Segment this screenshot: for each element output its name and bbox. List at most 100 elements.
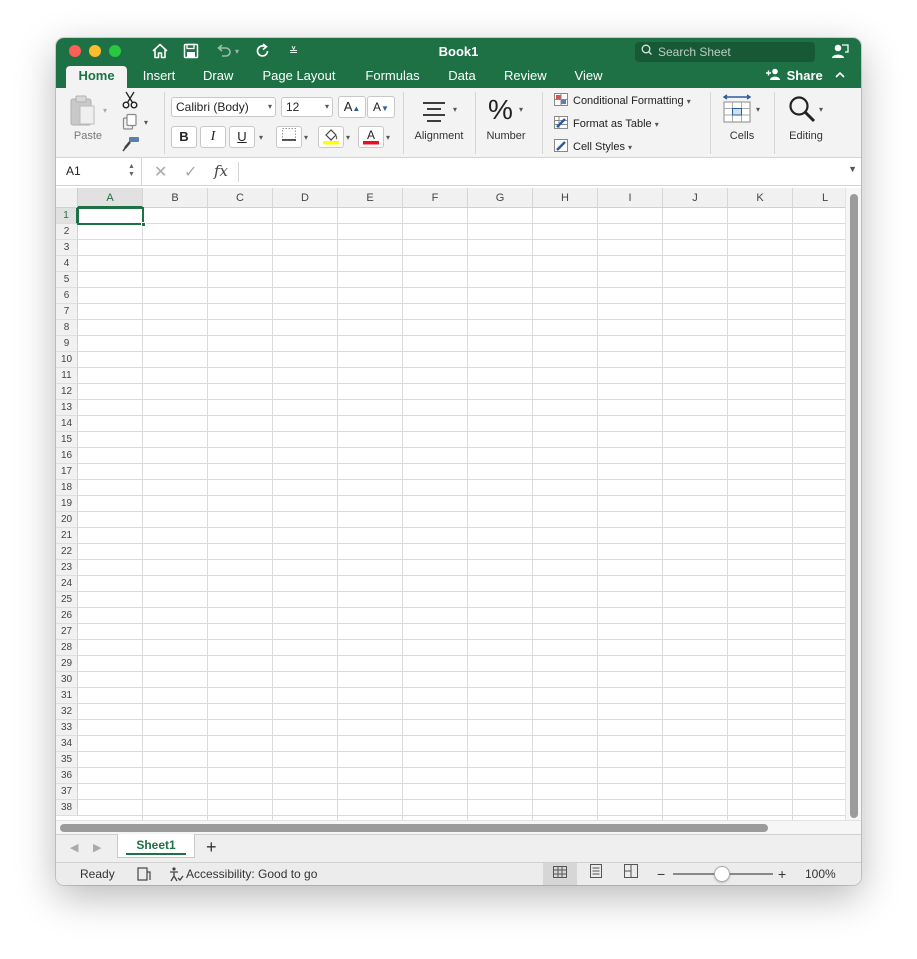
cells-dropdown-icon[interactable]: ▾ <box>756 105 760 114</box>
number-format-icon[interactable]: % <box>488 92 513 128</box>
tab-view[interactable]: View <box>564 66 613 88</box>
column-header[interactable]: C <box>208 188 273 208</box>
add-sheet-button[interactable]: + <box>206 837 217 857</box>
share-button[interactable]: Share <box>765 66 823 86</box>
bold-button[interactable]: B <box>171 126 197 148</box>
row-header[interactable]: 6 <box>56 288 78 304</box>
borders-dropdown-icon[interactable]: ▾ <box>304 133 308 142</box>
tab-insert[interactable]: Insert <box>132 66 186 88</box>
font-name-combo[interactable]: Calibri (Body) ▾ <box>171 97 276 117</box>
next-sheet-icon[interactable]: ▶ <box>93 841 101 854</box>
row-header[interactable]: 36 <box>56 768 78 784</box>
row-header[interactable]: 10 <box>56 352 78 368</box>
row-header[interactable]: 23 <box>56 560 78 576</box>
row-header[interactable]: 22 <box>56 544 78 560</box>
underline-button[interactable]: U <box>229 126 255 148</box>
decrease-font-size-button[interactable]: A▼ <box>367 96 395 118</box>
page-layout-view-button[interactable] <box>579 863 613 885</box>
column-header[interactable]: D <box>273 188 338 208</box>
cut-icon[interactable] <box>122 91 138 112</box>
active-cell-a1[interactable] <box>77 207 144 225</box>
sheet-tab-sheet1[interactable]: Sheet1 <box>117 834 195 858</box>
row-header[interactable]: 19 <box>56 496 78 512</box>
tab-draw[interactable]: Draw <box>193 66 243 88</box>
zoom-level[interactable]: 100% <box>805 863 836 885</box>
editing-search-icon[interactable] <box>787 94 817 127</box>
row-header[interactable]: 18 <box>56 480 78 496</box>
row-header[interactable]: 31 <box>56 688 78 704</box>
row-header[interactable]: 24 <box>56 576 78 592</box>
row-header[interactable]: 13 <box>56 400 78 416</box>
horizontal-scrollbar[interactable] <box>56 820 861 834</box>
format-as-table-button[interactable]: Format as Table ▾ <box>554 116 659 132</box>
row-header[interactable]: 33 <box>56 720 78 736</box>
row-header[interactable]: 35 <box>56 752 78 768</box>
row-header[interactable]: 28 <box>56 640 78 656</box>
row-header[interactable]: 12 <box>56 384 78 400</box>
cells-icon[interactable] <box>722 94 752 127</box>
insert-function-icon[interactable]: fx <box>214 162 228 180</box>
fill-color-button[interactable] <box>318 126 344 148</box>
row-header[interactable]: 37 <box>56 784 78 800</box>
alignment-icon[interactable] <box>420 96 450 129</box>
row-header[interactable]: 15 <box>56 432 78 448</box>
italic-button[interactable]: I <box>200 126 226 148</box>
copy-dropdown-icon[interactable]: ▾ <box>144 118 148 127</box>
row-header[interactable]: 14 <box>56 416 78 432</box>
tab-formulas[interactable]: Formulas <box>355 66 430 88</box>
horizontal-scroll-thumb[interactable] <box>60 824 768 832</box>
accessibility-icon[interactable] <box>168 866 184 885</box>
column-header[interactable]: B <box>143 188 208 208</box>
cell-styles-button[interactable]: Cell Styles ▾ <box>554 139 632 155</box>
format-painter-icon[interactable] <box>122 136 140 155</box>
column-header[interactable]: A <box>78 188 143 208</box>
font-color-dropdown-icon[interactable]: ▾ <box>386 133 390 142</box>
row-header[interactable]: 17 <box>56 464 78 480</box>
number-dropdown-icon[interactable]: ▾ <box>519 105 523 114</box>
fill-handle[interactable] <box>141 222 146 227</box>
accessibility-status[interactable]: Accessibility: Good to go <box>186 863 317 885</box>
underline-dropdown-icon[interactable]: ▾ <box>259 133 263 142</box>
vertical-scroll-thumb[interactable] <box>850 194 858 818</box>
alignment-dropdown-icon[interactable]: ▾ <box>453 105 457 114</box>
zoom-in-icon[interactable]: + <box>778 863 786 885</box>
paste-button[interactable] <box>68 94 98 131</box>
tab-review[interactable]: Review <box>494 66 556 88</box>
row-header[interactable]: 3 <box>56 240 78 256</box>
row-header[interactable]: 34 <box>56 736 78 752</box>
copy-icon[interactable] <box>122 113 138 134</box>
column-header[interactable]: L <box>793 188 845 208</box>
row-header[interactable]: 2 <box>56 224 78 240</box>
normal-view-button[interactable] <box>543 863 577 885</box>
macro-recording-icon[interactable] <box>136 866 152 885</box>
column-header[interactable]: G <box>468 188 533 208</box>
row-header[interactable]: 9 <box>56 336 78 352</box>
row-header[interactable]: 7 <box>56 304 78 320</box>
formula-input[interactable] <box>242 158 842 185</box>
search-sheet-input[interactable]: Search Sheet <box>635 42 815 62</box>
collapse-ribbon-icon[interactable] <box>834 66 846 88</box>
row-header[interactable]: 11 <box>56 368 78 384</box>
row-header[interactable]: 32 <box>56 704 78 720</box>
column-header[interactable]: I <box>598 188 663 208</box>
row-header[interactable]: 38 <box>56 800 78 816</box>
row-header[interactable]: 27 <box>56 624 78 640</box>
editing-dropdown-icon[interactable]: ▾ <box>819 105 823 114</box>
row-header[interactable]: 30 <box>56 672 78 688</box>
font-size-combo[interactable]: 12 ▾ <box>281 97 333 117</box>
zoom-slider-thumb[interactable] <box>714 866 730 882</box>
tab-home[interactable]: Home <box>66 66 127 88</box>
row-header[interactable]: 20 <box>56 512 78 528</box>
row-header[interactable]: 29 <box>56 656 78 672</box>
tab-page-layout[interactable]: Page Layout <box>251 66 347 88</box>
name-box-stepper-icon[interactable]: ▲ ▼ <box>128 163 135 179</box>
column-header[interactable]: J <box>663 188 728 208</box>
conditional-formatting-button[interactable]: Conditional Formatting ▾ <box>554 93 691 109</box>
account-icon[interactable] <box>831 42 849 60</box>
prev-sheet-icon[interactable]: ◀ <box>70 841 78 854</box>
column-header[interactable]: H <box>533 188 598 208</box>
font-color-button[interactable]: A <box>358 126 384 148</box>
row-header[interactable]: 21 <box>56 528 78 544</box>
column-header[interactable]: K <box>728 188 793 208</box>
confirm-edit-icon[interactable]: ✓ <box>184 162 197 182</box>
